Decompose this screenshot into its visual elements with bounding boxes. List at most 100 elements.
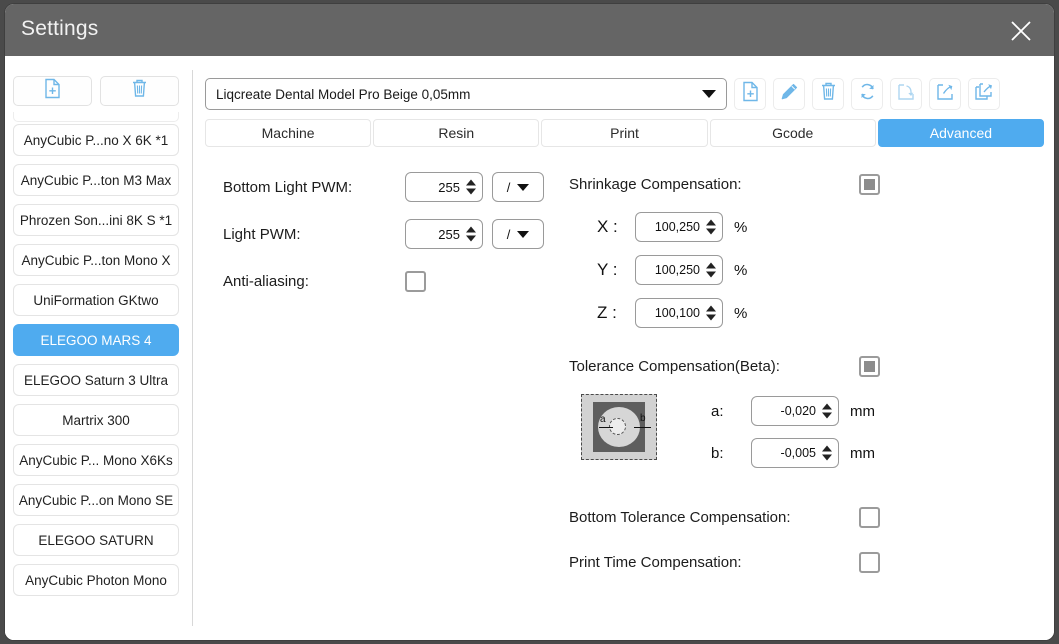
diagram-arrow-b bbox=[634, 427, 651, 428]
title-bar: Settings bbox=[5, 4, 1054, 56]
new-file-icon bbox=[741, 81, 760, 107]
print-time-checkbox-wrap bbox=[859, 552, 880, 573]
sidebar-divider bbox=[13, 112, 179, 122]
tolerance-a-unit: mm bbox=[850, 403, 875, 420]
stepper-down-icon[interactable] bbox=[706, 315, 716, 321]
bottom-light-pwm-stepper[interactable] bbox=[466, 180, 476, 195]
printer-list-item[interactable]: ELEGOO MARS 4 bbox=[13, 324, 179, 356]
import-profile-button[interactable] bbox=[890, 78, 922, 110]
printer-list-item[interactable]: UniFormation GKtwo bbox=[13, 284, 179, 316]
light-pwm-row: Light PWM: 255 / bbox=[223, 219, 553, 249]
tolerance-compensation-checkbox[interactable] bbox=[859, 356, 880, 377]
tolerance-checkbox-wrap bbox=[859, 356, 880, 377]
shrinkage-compensation-checkbox[interactable] bbox=[859, 174, 880, 195]
tab-resin[interactable]: Resin bbox=[373, 119, 539, 147]
tolerance-a-stepper[interactable] bbox=[822, 404, 832, 419]
printer-list-item[interactable]: AnyCubic P...ton Mono X bbox=[13, 244, 179, 276]
profile-select[interactable]: Liqcreate Dental Model Pro Beige 0,05mm bbox=[205, 78, 727, 110]
tolerance-b-stepper[interactable] bbox=[822, 446, 832, 461]
shrinkage-checkbox-wrap bbox=[859, 174, 880, 195]
trash-icon bbox=[130, 78, 149, 104]
bottom-tolerance-label: Bottom Tolerance Compensation: bbox=[569, 509, 791, 526]
stepper-down-icon[interactable] bbox=[466, 236, 476, 242]
stepper-up-icon[interactable] bbox=[822, 404, 832, 410]
tolerance-a-input[interactable]: -0,020 bbox=[751, 396, 839, 426]
delete-profile-button[interactable] bbox=[100, 76, 179, 106]
stepper-up-icon[interactable] bbox=[706, 220, 716, 226]
stepper-up-icon[interactable] bbox=[466, 180, 476, 186]
export-profile-button[interactable] bbox=[929, 78, 961, 110]
new-profile-button[interactable] bbox=[13, 76, 92, 106]
stepper-down-icon[interactable] bbox=[466, 189, 476, 195]
printer-list-item[interactable]: ELEGOO SATURN bbox=[13, 524, 179, 556]
printer-list-item[interactable]: AnyCubic P...on Mono SE bbox=[13, 484, 179, 516]
printer-list-item[interactable]: Martrix 300 bbox=[13, 404, 179, 436]
stepper-up-icon[interactable] bbox=[822, 446, 832, 452]
profile-select-value: Liqcreate Dental Model Pro Beige 0,05mm bbox=[216, 87, 470, 102]
printer-list-item[interactable]: AnyCubic Photon Mono bbox=[13, 564, 179, 596]
tolerance-diagram-icon: a b bbox=[581, 394, 657, 460]
tolerance-b-label: b: bbox=[711, 445, 751, 462]
printer-list-item[interactable]: Phrozen Son...ini 8K S *1 bbox=[13, 204, 179, 236]
close-icon[interactable] bbox=[1004, 14, 1038, 48]
pencil-icon bbox=[779, 82, 799, 107]
print-time-checkbox[interactable] bbox=[859, 552, 880, 573]
tolerance-compensation-label: Tolerance Compensation(Beta): bbox=[569, 358, 780, 375]
shrinkage-z-input[interactable]: 100,100 bbox=[635, 298, 723, 328]
chevron-down-icon bbox=[702, 90, 716, 98]
shrinkage-compensation-row: Shrinkage Compensation: bbox=[569, 172, 1039, 196]
bottom-tolerance-checkbox[interactable] bbox=[859, 507, 880, 528]
light-pwm-mode-value: / bbox=[507, 227, 511, 242]
printer-list-item[interactable]: ELEGOO Saturn 3 Ultra bbox=[13, 364, 179, 396]
printer-list[interactable]: AnyCubic P...no X 6K *1 AnyCubic P...ton … bbox=[5, 124, 187, 640]
light-pwm-input[interactable]: 255 bbox=[405, 219, 483, 249]
tolerance-compensation-row: Tolerance Compensation(Beta): bbox=[569, 354, 1039, 378]
light-pwm-mode-select[interactable]: / bbox=[492, 219, 544, 249]
tab-advanced[interactable]: Advanced bbox=[878, 119, 1044, 147]
settings-tabs[interactable]: MachineResinPrintGcodeAdvanced bbox=[205, 119, 1044, 147]
printer-list-item[interactable]: AnyCubic P...ton M3 Max bbox=[13, 164, 179, 196]
edit-profile-button[interactable] bbox=[773, 78, 805, 110]
settings-main-panel: Liqcreate Dental Model Pro Beige 0,05mm bbox=[201, 56, 1054, 640]
tab-machine[interactable]: Machine bbox=[205, 119, 371, 147]
stepper-up-icon[interactable] bbox=[706, 306, 716, 312]
shrinkage-y-stepper[interactable] bbox=[706, 263, 716, 278]
anti-aliasing-checkbox[interactable] bbox=[405, 271, 426, 292]
stepper-down-icon[interactable] bbox=[822, 455, 832, 461]
stepper-down-icon[interactable] bbox=[706, 229, 716, 235]
tolerance-b-row: b: -0,005 mm bbox=[711, 438, 875, 468]
stepper-down-icon[interactable] bbox=[706, 272, 716, 278]
tolerance-fields: a: -0,020 mm b: bbox=[711, 394, 875, 480]
bottom-tolerance-row: Bottom Tolerance Compensation: bbox=[569, 504, 1039, 530]
tolerance-block: a b a: -0,020 bbox=[569, 394, 1039, 480]
light-pwm-stepper[interactable] bbox=[466, 227, 476, 242]
bottom-light-pwm-mode-select[interactable]: / bbox=[492, 172, 544, 202]
add-profile-button[interactable] bbox=[734, 78, 766, 110]
printer-list-item[interactable]: AnyCubic P...no X 6K *1 bbox=[13, 124, 179, 156]
window-title: Settings bbox=[21, 17, 98, 41]
shrinkage-z-stepper[interactable] bbox=[706, 306, 716, 321]
tab-print[interactable]: Print bbox=[541, 119, 707, 147]
delete-profile-button[interactable] bbox=[812, 78, 844, 110]
shrinkage-x-unit: % bbox=[734, 219, 747, 236]
stepper-down-icon[interactable] bbox=[822, 413, 832, 419]
printer-list-item[interactable]: AnyCubic P... Mono X6Ks bbox=[13, 444, 179, 476]
tolerance-a-label: a: bbox=[711, 403, 751, 420]
shrinkage-y-input[interactable]: 100,250 bbox=[635, 255, 723, 285]
export-all-profiles-button[interactable] bbox=[968, 78, 1000, 110]
tolerance-b-unit: mm bbox=[850, 445, 875, 462]
export-all-icon bbox=[974, 82, 994, 107]
bottom-light-pwm-input[interactable]: 255 bbox=[405, 172, 483, 202]
shrinkage-compensation-label: Shrinkage Compensation: bbox=[569, 176, 742, 193]
shrinkage-x-input[interactable]: 100,250 bbox=[635, 212, 723, 242]
advanced-left-column: Bottom Light PWM: 255 / Light PWM: bbox=[223, 172, 553, 313]
tolerance-b-input[interactable]: -0,005 bbox=[751, 438, 839, 468]
shrinkage-x-row: X : 100,250 % bbox=[569, 212, 1039, 242]
chevron-down-icon bbox=[517, 231, 529, 238]
bottom-light-pwm-mode-value: / bbox=[507, 180, 511, 195]
stepper-up-icon[interactable] bbox=[466, 227, 476, 233]
tab-gcode[interactable]: Gcode bbox=[710, 119, 876, 147]
stepper-up-icon[interactable] bbox=[706, 263, 716, 269]
shrinkage-x-stepper[interactable] bbox=[706, 220, 716, 235]
refresh-profile-button[interactable] bbox=[851, 78, 883, 110]
